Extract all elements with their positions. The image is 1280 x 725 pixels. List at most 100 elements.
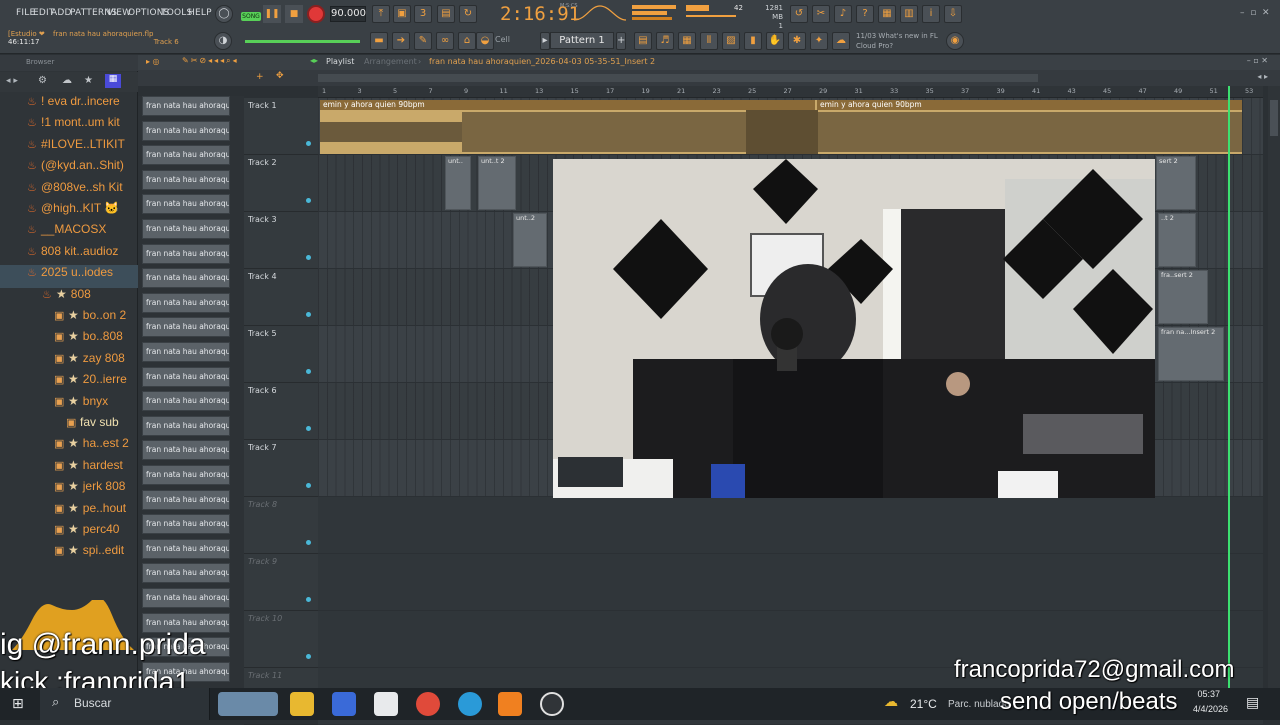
playlist-subtitle[interactable]: Arrangement	[364, 57, 417, 66]
browser-item[interactable]: ♨ !1 mont..um kit	[0, 115, 138, 138]
pencil-icon[interactable]: ✎	[414, 32, 432, 50]
track-header[interactable]: Track 6	[244, 383, 318, 440]
channel-button[interactable]: fran nata hau ahoraque...	[142, 145, 230, 166]
track-header[interactable]: Track 4	[244, 269, 318, 326]
browser-star-icon[interactable]: ★	[84, 75, 93, 86]
channel-button[interactable]: fran nata hau ahoraque...	[142, 514, 230, 535]
track-enable-led[interactable]	[306, 198, 311, 203]
news-icon[interactable]: ◉	[946, 32, 964, 50]
pattern-prev-icon[interactable]: ▸	[540, 32, 550, 50]
lane-9[interactable]	[318, 554, 1263, 611]
audio-clip[interactable]: unt..t 2	[478, 156, 516, 210]
browser-item[interactable]: ♨ (@kyd.an..Shit)	[0, 158, 138, 181]
undo-icon[interactable]: ↺	[790, 5, 808, 23]
mixer-icon[interactable]: ⫴	[700, 32, 718, 50]
windows-start-icon[interactable]: ⊞	[12, 696, 24, 712]
browser-item[interactable]: ♨ ★ 808	[0, 287, 138, 310]
track-enable-led[interactable]	[306, 597, 311, 602]
master-volume-slider[interactable]	[245, 40, 360, 43]
track-enable-led[interactable]	[306, 141, 311, 146]
audio-clip[interactable]: fran na...Insert 2	[1158, 327, 1224, 381]
track-enable-led[interactable]	[306, 312, 311, 317]
channel-button[interactable]: fran nata hau ahoraque...	[142, 292, 230, 313]
track-enable-led[interactable]	[306, 369, 311, 374]
browser-item[interactable]: ▣ ★ hardest	[0, 458, 138, 481]
link-icon[interactable]: ∞	[436, 32, 454, 50]
obs-icon[interactable]	[540, 692, 564, 716]
browser-item[interactable]: ▣ fav sub	[0, 415, 138, 438]
weather-temp[interactable]: 21°C	[910, 697, 937, 711]
playlist-scroll-arrows[interactable]: ◂ ▸	[1257, 72, 1268, 81]
song-mode-toggle[interactable]: SONG	[241, 12, 261, 21]
track-enable-led[interactable]	[306, 255, 311, 260]
fx-icon[interactable]: ✦	[810, 32, 828, 50]
playlist-snap-icon[interactable]: ✥	[276, 71, 284, 81]
tempo-field[interactable]: 90.000	[330, 6, 366, 22]
browser-arrows-icon[interactable]: ◂ ▸	[6, 76, 18, 86]
playlist-add-icon[interactable]: +	[256, 72, 264, 82]
track-header[interactable]: Track 8	[244, 497, 318, 554]
metronome-icon[interactable]: ⤒	[372, 5, 390, 23]
channel-button[interactable]: fran nata hau ahoraque...	[142, 120, 230, 141]
file-explorer-icon[interactable]	[290, 692, 314, 716]
timeline-ruler[interactable]: 1 3 5 7 9 11 13 15 17 19 21 23 25 27 29 31 33 35 37 39 41 43 4…	[318, 86, 1263, 98]
shop-icon[interactable]: ▦	[878, 5, 896, 23]
track-header[interactable]: Track 10	[244, 611, 318, 668]
mail-icon[interactable]	[374, 692, 398, 716]
tag-icon[interactable]: ⌂	[458, 32, 476, 50]
arrow-icon[interactable]: ➔	[392, 32, 410, 50]
track-enable-led[interactable]	[306, 540, 311, 545]
menu-item-add[interactable]: ADD	[51, 8, 72, 18]
channel-button[interactable]: fran nata hau ahoraque...	[142, 194, 230, 215]
browser-item[interactable]: ▣ ★ perc40	[0, 522, 138, 545]
track-enable-led[interactable]	[306, 426, 311, 431]
track-header[interactable]: Track 9	[244, 554, 318, 611]
hand-icon[interactable]: ✋	[766, 32, 784, 50]
track-header[interactable]: Track 7	[244, 440, 318, 497]
channel-button[interactable]: fran nata hau ahoraque...	[142, 219, 230, 239]
piano-roll-icon[interactable]: ♬	[656, 32, 674, 50]
clock-date[interactable]: 4/4/2026	[1180, 704, 1228, 714]
record-button[interactable]	[307, 5, 325, 23]
help-icon[interactable]: ?	[856, 5, 874, 23]
channel-button[interactable]: fran nata hau ahoraque...	[142, 268, 230, 289]
pattern-selector[interactable]: Pattern 1	[550, 32, 614, 49]
channel-button[interactable]: fran nata hau ahoraque...	[142, 366, 230, 387]
channel-button[interactable]: fran nata hau ahoraque...	[142, 465, 230, 485]
channel-button[interactable]: fran nata hau ahoraque...	[142, 391, 230, 412]
playlist-hscroll[interactable]	[318, 74, 1038, 82]
browser-item[interactable]: ▣ ★ zay 808	[0, 351, 138, 374]
plugin-db-icon[interactable]: ▮	[744, 32, 762, 50]
loop-record-icon[interactable]: ↻	[459, 5, 477, 23]
track-header[interactable]: Track 2	[244, 155, 318, 212]
audio-clip-main[interactable]: emin y ahora quien 90bpm emin y ahora qu…	[320, 100, 1242, 154]
countdown-icon[interactable]: 3	[414, 5, 432, 23]
pattern-add-icon[interactable]: +	[616, 32, 626, 50]
browser-view-icon[interactable]: ▦	[105, 74, 121, 88]
channel-rack-icon[interactable]: ▦	[678, 32, 696, 50]
browser-item[interactable]: ▣ ★ pe..hout	[0, 501, 138, 524]
menu-item-help[interactable]: HELP	[188, 8, 212, 18]
playlist-arrow-icon[interactable]: ◂▸	[310, 56, 318, 65]
audio-clip[interactable]: unt..2	[513, 213, 547, 267]
master-pitch-knob[interactable]: ◑	[214, 32, 232, 50]
track-enable-led[interactable]	[306, 483, 311, 488]
browser-cloud-icon[interactable]: ☁	[62, 75, 72, 86]
vscroll-thumb[interactable]	[1270, 100, 1278, 136]
magnet-icon[interactable]: ◒	[476, 32, 494, 50]
channel-button[interactable]: fran nata hau ahoraque...	[142, 243, 230, 264]
playlist-window-controls[interactable]: – ▫ ✕	[1247, 56, 1268, 65]
playlist-vscroll[interactable]	[1268, 86, 1280, 690]
channel-button[interactable]: fran nata hau ahoraque...	[142, 342, 230, 362]
channel-button[interactable]: fran nata hau ahoraque...	[142, 563, 230, 584]
playlist-tools-icons[interactable]: ✎✂⊘◂◂◂⌕◂	[182, 56, 239, 66]
download-icon[interactable]: ⇩	[944, 5, 962, 23]
info-icon[interactable]: i	[922, 5, 940, 23]
news-panel[interactable]: 11/03 What's new in FL Cloud Pro?	[856, 31, 938, 51]
channel-button[interactable]: fran nata hau ahoraque...	[142, 538, 230, 559]
widget-image-icon[interactable]	[218, 692, 278, 716]
cloud-icon[interactable]: ☁	[832, 32, 850, 50]
channel-button[interactable]: fran nata hau ahoraque...	[142, 415, 230, 436]
play-button[interactable]: ❚❚	[263, 5, 281, 23]
playlist-icon[interactable]: ▤	[634, 32, 652, 50]
